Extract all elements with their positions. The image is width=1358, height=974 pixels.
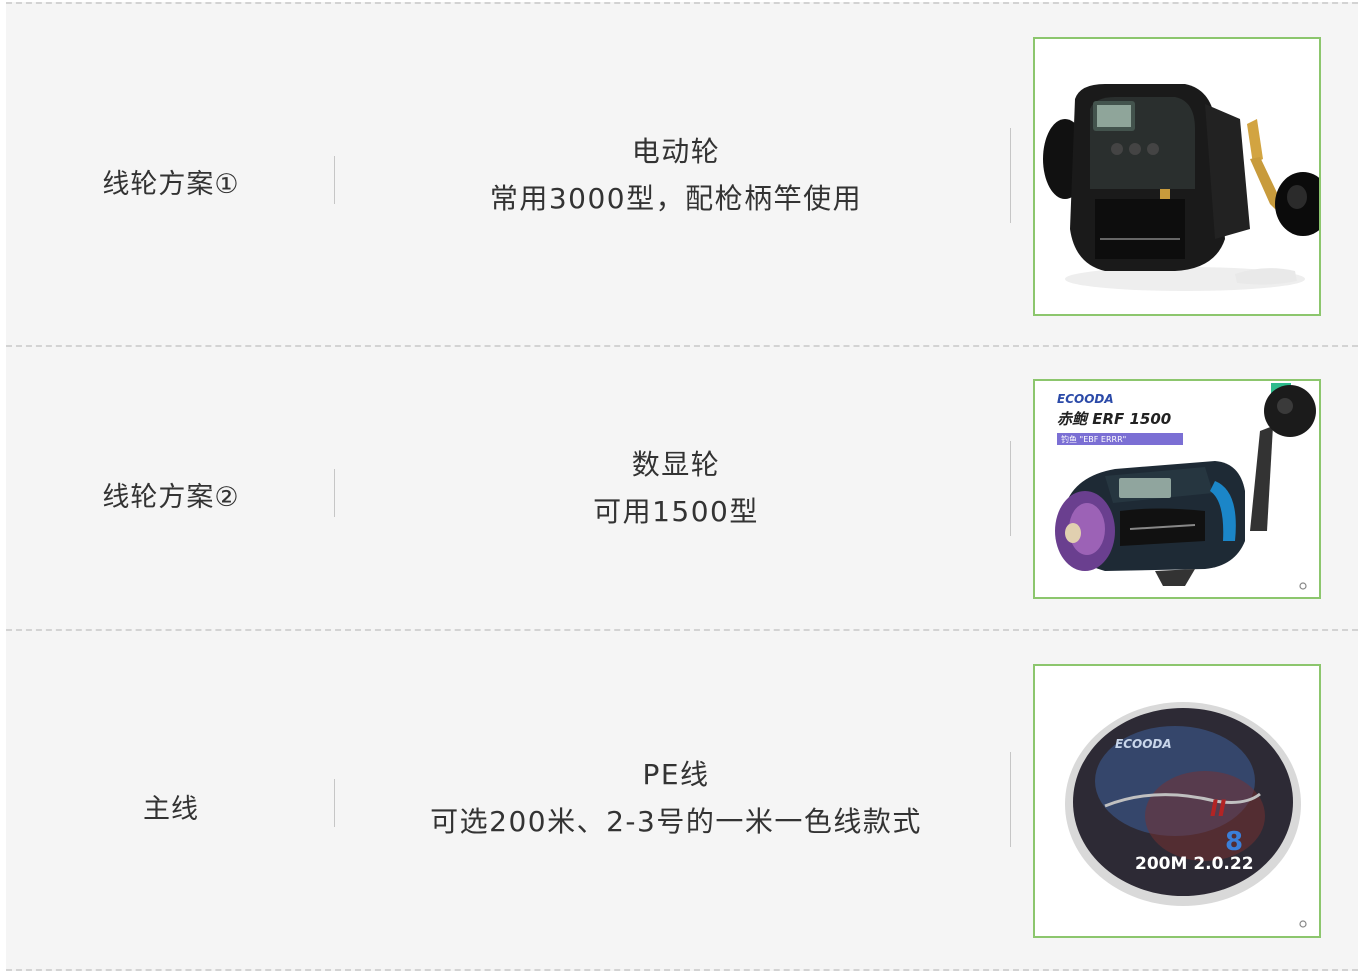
row-detail: 可用1500型 (593, 495, 759, 528)
pe-line-spool-icon: ECOODA II 8 200M 2.0.22 (1035, 666, 1319, 936)
digital-reel-icon: ECOODA 赤鲍 ERF 1500 钓鱼 "EBF ERRR" (1035, 381, 1319, 597)
badge-text: 8 (1225, 827, 1243, 857)
table-row: 线轮方案② 数显轮 可用1500型 ECOODA 赤鲍 ERF 1500 钓鱼 … (6, 345, 1358, 631)
row-title: 电动轮 (631, 135, 721, 168)
column-divider (334, 469, 335, 517)
column-divider (334, 156, 335, 204)
brand-logo-text: ECOODA (1115, 737, 1172, 751)
table-row: 主线 PE线 可选200米、2-3号的一米一色线款式 ECOODA II 8 2… (6, 629, 1358, 971)
row-title: 数显轮 (631, 448, 721, 481)
svg-text:II: II (1210, 797, 1226, 822)
electric-reel-icon (1035, 39, 1319, 314)
subtitle-text: 钓鱼 "EBF ERRR" (1061, 434, 1126, 444)
row-label: 主线 (143, 794, 199, 825)
column-divider (334, 779, 335, 827)
digital-reel-image[interactable]: ECOODA 赤鲍 ERF 1500 钓鱼 "EBF ERRR" (1033, 379, 1321, 599)
row-detail: 可选200米、2-3号的一米一色线款式 (430, 805, 922, 838)
table-row: 线轮方案① 电动轮 常用3000型，配枪柄竿使用 (6, 2, 1358, 347)
column-divider (1010, 752, 1011, 847)
row-description: 数显轮 可用1500型 (342, 441, 1010, 535)
brand-logo-text: ECOODA (1057, 392, 1114, 406)
row-title: PE线 (642, 758, 710, 791)
spec-text: 200M 2.0.22 (1135, 854, 1254, 874)
column-divider (1010, 128, 1011, 223)
electric-reel-image[interactable] (1033, 37, 1321, 316)
row-detail: 常用3000型，配枪柄竿使用 (489, 182, 863, 215)
row-label: 线轮方案② (102, 482, 240, 513)
row-label: 线轮方案① (102, 169, 240, 200)
spec-table: 线轮方案① 电动轮 常用3000型，配枪柄竿使用 线轮方案② 数显轮 可用150… (6, 0, 1358, 974)
pe-line-spool-image[interactable]: ECOODA II 8 200M 2.0.22 (1033, 664, 1321, 938)
row-description: PE线 可选200米、2-3号的一米一色线款式 (342, 751, 1010, 845)
model-text: 赤鲍 ERF 1500 (1057, 410, 1171, 428)
row-description: 电动轮 常用3000型，配枪柄竿使用 (342, 128, 1010, 222)
column-divider (1010, 441, 1011, 536)
